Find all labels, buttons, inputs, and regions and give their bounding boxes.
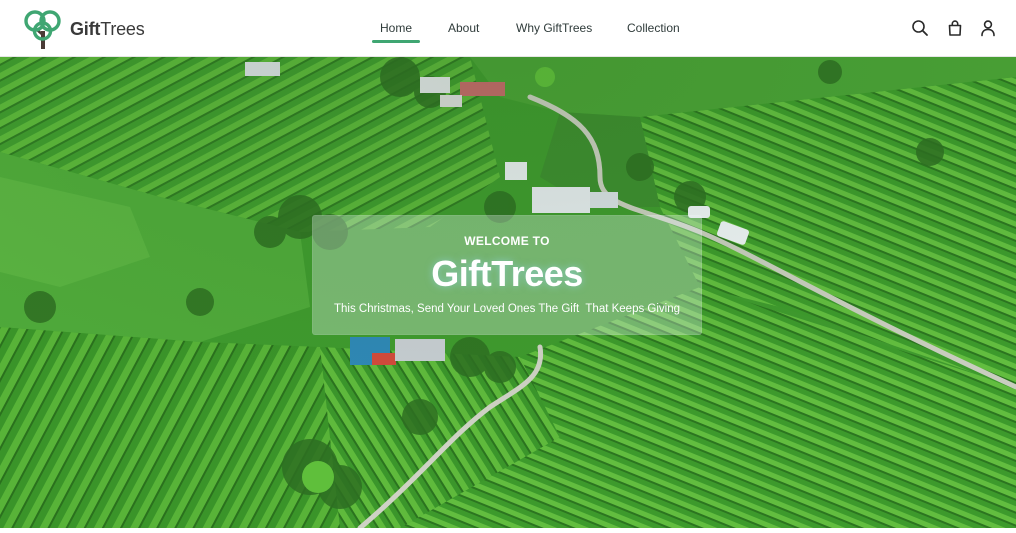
site-header: GiftTrees Home About Why GiftTrees Colle… (0, 0, 1016, 57)
nav-item-about[interactable]: About (448, 21, 479, 35)
brand-name-bold: Gift (70, 18, 101, 39)
hero-title: GiftTrees (431, 253, 583, 294)
brand-name-light: Trees (100, 18, 145, 39)
nav-item-why-gifttrees[interactable]: Why GiftTrees (516, 21, 592, 35)
page-bottom-strip (0, 528, 1016, 533)
shopping-bag-icon[interactable] (946, 19, 964, 37)
hero-section: WELCOME TO GiftTrees This Christmas, Sen… (0, 57, 1016, 528)
user-icon[interactable] (979, 19, 997, 37)
hero-tagline: This Christmas, Send Your Loved Ones The… (333, 303, 681, 315)
search-icon[interactable] (911, 19, 929, 37)
welcome-banner: WELCOME TO GiftTrees This Christmas, Sen… (312, 215, 702, 335)
nav-active-indicator (372, 40, 420, 43)
brand-name: GiftTrees (70, 19, 145, 40)
nav-item-home[interactable]: Home (380, 21, 412, 35)
brand-logo[interactable]: GiftTrees (22, 7, 145, 51)
hero-kicker: WELCOME TO (464, 234, 550, 248)
page: GiftTrees Home About Why GiftTrees Colle… (0, 0, 1016, 533)
nav-item-collection[interactable]: Collection (627, 21, 680, 35)
tree-logo-icon (22, 7, 64, 51)
